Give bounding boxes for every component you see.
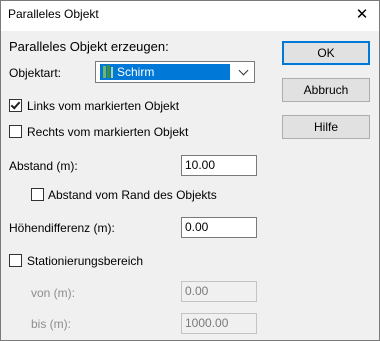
objektart-label: Objektart: (9, 66, 62, 80)
checkmark-icon (10, 99, 21, 110)
dialog-window: Paralleles Objekt ✕ Paralleles Objekt er… (0, 0, 380, 341)
links-label[interactable]: Links vom markierten Objekt (27, 99, 179, 113)
links-checkbox[interactable] (9, 99, 22, 112)
rechts-checkbox[interactable] (9, 125, 22, 138)
hoehendifferenz-label: Höhendifferenz (m): (9, 221, 115, 235)
hoehendifferenz-input[interactable]: 0.00 (181, 217, 257, 238)
bis-label: bis (m): (31, 317, 71, 331)
von-label: von (m): (31, 286, 76, 300)
close-icon[interactable]: ✕ (345, 1, 379, 31)
chevron-down-icon[interactable] (238, 65, 249, 76)
bis-input[interactable]: 1000.00 (181, 313, 257, 334)
objektart-selected-value: Schirm (100, 64, 230, 80)
stationierung-label[interactable]: Stationierungsbereich (27, 254, 143, 268)
abbruch-button[interactable]: Abbruch (282, 78, 370, 102)
stationierung-checkbox[interactable] (9, 254, 22, 267)
hilfe-button[interactable]: Hilfe (282, 115, 370, 139)
ok-button[interactable]: OK (282, 41, 370, 65)
von-input[interactable]: 0.00 (181, 281, 257, 302)
abstand-label: Abstand (m): (9, 159, 78, 173)
abstand-rand-label[interactable]: Abstand vom Rand des Objekts (48, 188, 217, 202)
window-title: Paralleles Objekt (8, 7, 99, 21)
schirm-icon (103, 65, 113, 78)
section-title: Paralleles Objekt erzeugen: (9, 39, 169, 54)
abstand-input[interactable]: 10.00 (181, 155, 257, 176)
rechts-label[interactable]: Rechts vom markierten Objekt (27, 125, 188, 139)
abstand-rand-checkbox[interactable] (31, 188, 44, 201)
objektart-selected-text: Schirm (117, 65, 155, 79)
title-bar: Paralleles Objekt ✕ (1, 1, 379, 31)
objektart-select[interactable]: Schirm (95, 61, 255, 83)
